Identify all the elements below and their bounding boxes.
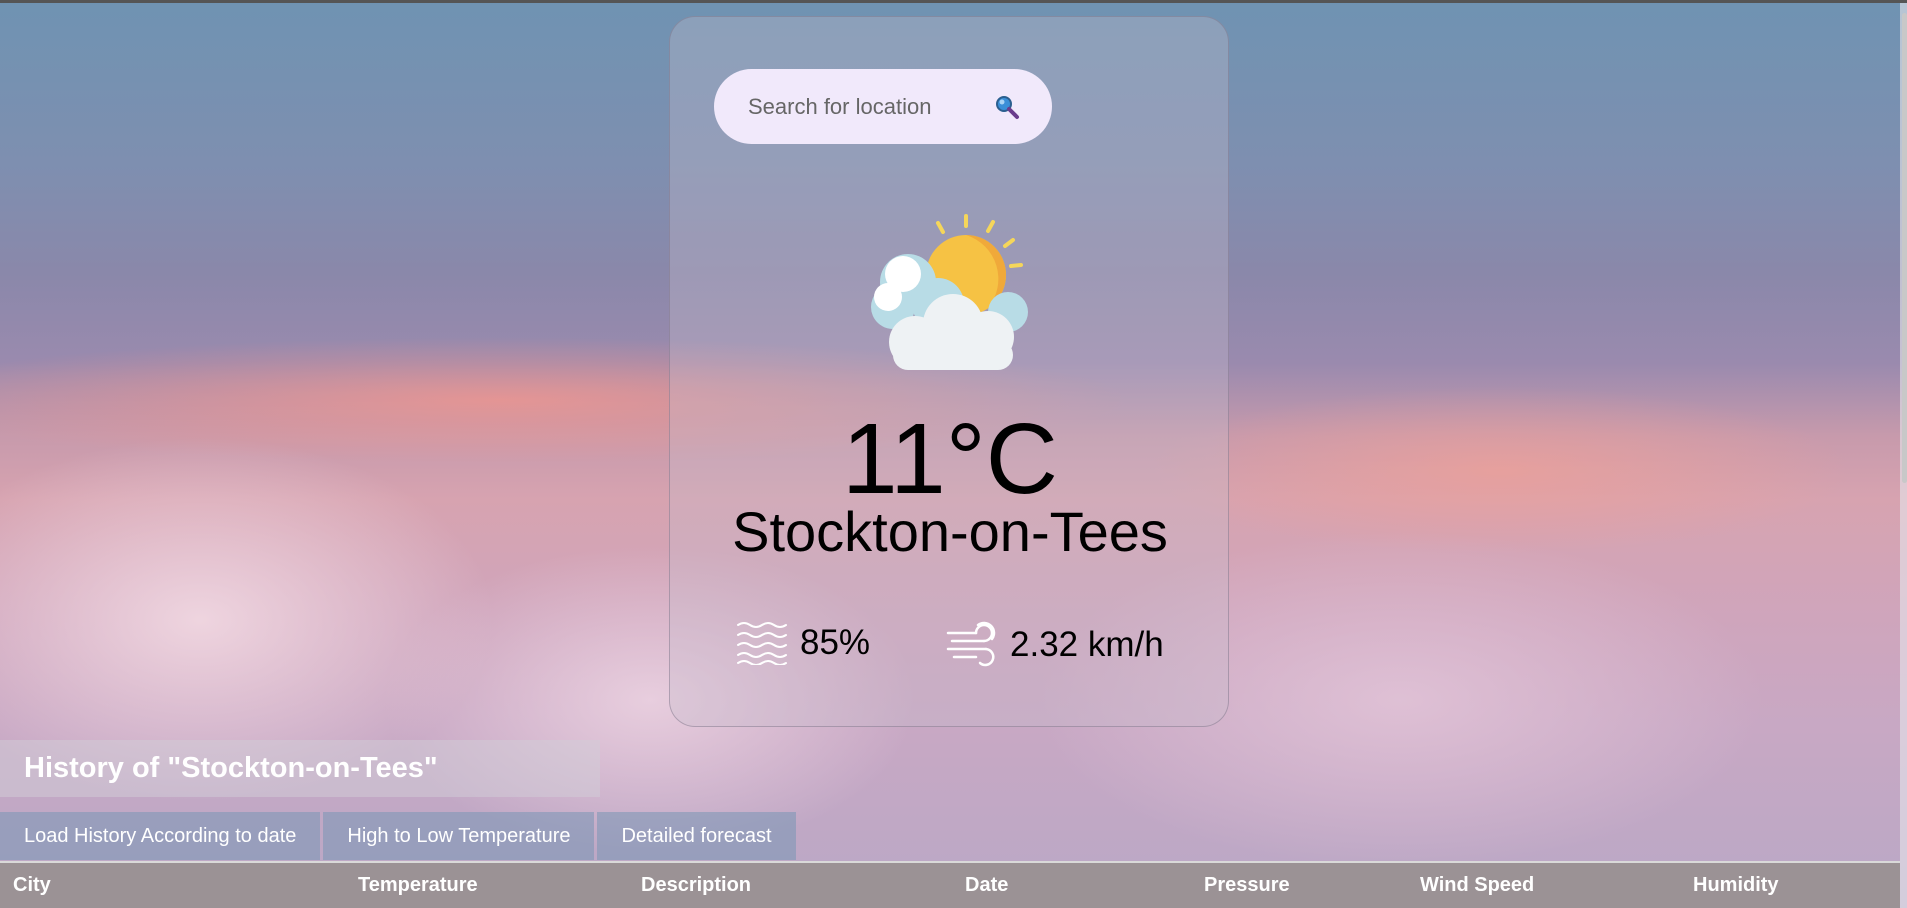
history-table-header: City Temperature Description Date Pressu… <box>0 861 1900 908</box>
load-history-button[interactable]: Load History According to date <box>0 812 321 860</box>
city-name: Stockton-on-Tees <box>732 500 1168 563</box>
column-header-date: Date <box>965 874 1009 896</box>
column-header-pressure: Pressure <box>1204 874 1290 896</box>
history-title: History of "Stockton-on-Tees" <box>0 740 600 797</box>
wind-icon <box>946 621 996 667</box>
column-header-city: City <box>13 874 51 896</box>
temperature-value: 11°C <box>841 403 1058 515</box>
humidity-value: 85% <box>800 623 871 662</box>
column-header-humidity: Humidity <box>1693 874 1779 896</box>
column-header-temperature: Temperature <box>358 874 478 896</box>
scrollbar-thumb[interactable] <box>1902 13 1907 483</box>
detailed-forecast-button[interactable]: Detailed forecast <box>597 812 796 860</box>
weather-card: 11°C Stockton-on-Tees 85% <box>669 16 1229 727</box>
column-header-wind-speed: Wind Speed <box>1420 874 1535 896</box>
wind-speed-value: 2.32 km/h <box>1010 625 1164 664</box>
search-icon[interactable] <box>994 94 1020 120</box>
sort-temperature-button[interactable]: High to Low Temperature <box>323 812 595 860</box>
history-tabs: Load History According to date High to L… <box>0 812 799 860</box>
top-border <box>0 0 1907 3</box>
humidity-stat: 85% <box>736 621 870 665</box>
scrollbar[interactable] <box>1900 3 1907 908</box>
wind-stat: 2.32 km/h <box>946 621 1164 669</box>
search-bar[interactable] <box>714 69 1052 144</box>
search-input[interactable] <box>746 92 980 121</box>
column-header-description: Description <box>641 874 752 896</box>
humidity-icon <box>737 622 787 665</box>
partly-cloudy-icon <box>871 214 1028 370</box>
